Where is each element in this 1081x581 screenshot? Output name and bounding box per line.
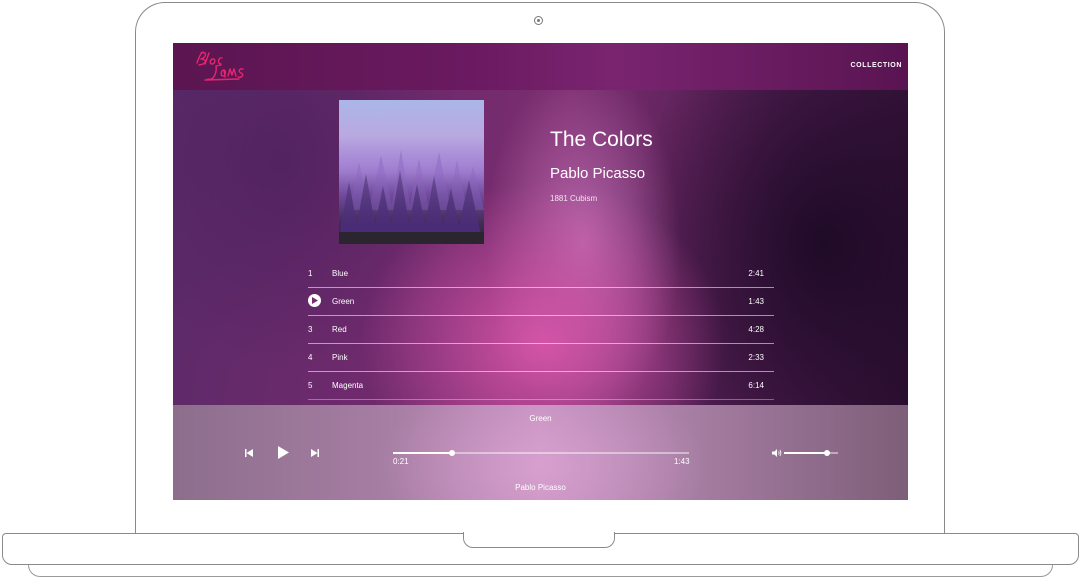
song-duration: 2:41 [748, 269, 764, 278]
seek-bar-thumb[interactable] [449, 450, 456, 456]
volume-slider-fill [784, 452, 828, 454]
seek-bar[interactable] [393, 450, 689, 456]
current-time: 0:21 [393, 457, 409, 466]
app-screen: COLLECTION The Colors Pablo Picasso 1881… [173, 43, 908, 500]
volume-icon[interactable] [772, 449, 782, 457]
laptop-notch [463, 532, 615, 548]
song-duration: 4:28 [748, 325, 764, 334]
song-row[interactable]: 1 Blue 2:41 [308, 260, 774, 288]
now-playing-artist: Pablo Picasso [515, 483, 566, 492]
player-bar: Green 0:21 1:43 Pablo Picasso [173, 405, 908, 500]
bloc-jams-logo[interactable] [191, 49, 251, 85]
song-number: 1 [308, 269, 313, 278]
song-number: 3 [308, 325, 313, 334]
song-row[interactable]: 3 Red 4:28 [308, 316, 774, 344]
song-row[interactable]: 5 Magenta 6:14 [308, 372, 774, 400]
seek-bar-fill [393, 452, 453, 454]
song-duration: 2:33 [748, 353, 764, 362]
album-release-info: 1881 Cubism [550, 194, 598, 203]
song-number: 4 [308, 353, 313, 362]
album-cover-image [339, 100, 484, 244]
song-row-playing[interactable]: Green 1:43 [308, 288, 774, 316]
play-circle-icon[interactable] [308, 294, 321, 307]
song-title: Red [332, 325, 347, 334]
album-title: The Colors [550, 128, 653, 151]
volume-slider-thumb[interactable] [824, 450, 831, 456]
song-title: Green [332, 297, 355, 306]
song-duration: 6:14 [748, 381, 764, 390]
skip-forward-icon[interactable] [311, 449, 319, 457]
now-playing-title: Green [529, 414, 552, 423]
song-title: Pink [332, 353, 348, 362]
nav-collection-link[interactable]: COLLECTION [851, 62, 903, 69]
song-list: 1 Blue 2:41 Green 1:43 3 Red 4:28 4 Pink… [308, 260, 774, 400]
laptop-base-foot [28, 565, 1053, 577]
total-time: 1:43 [674, 457, 690, 466]
song-row[interactable]: 4 Pink 2:33 [308, 344, 774, 372]
webcam [534, 16, 543, 25]
top-navbar: COLLECTION [173, 43, 908, 90]
song-duration: 1:43 [748, 297, 764, 306]
album-artist: Pablo Picasso [550, 165, 646, 182]
song-title: Blue [332, 269, 349, 278]
volume-slider[interactable] [784, 450, 838, 456]
song-title: Magenta [332, 381, 364, 390]
song-number: 5 [308, 381, 313, 390]
play-icon[interactable] [278, 446, 289, 459]
skip-back-icon[interactable] [245, 449, 253, 457]
